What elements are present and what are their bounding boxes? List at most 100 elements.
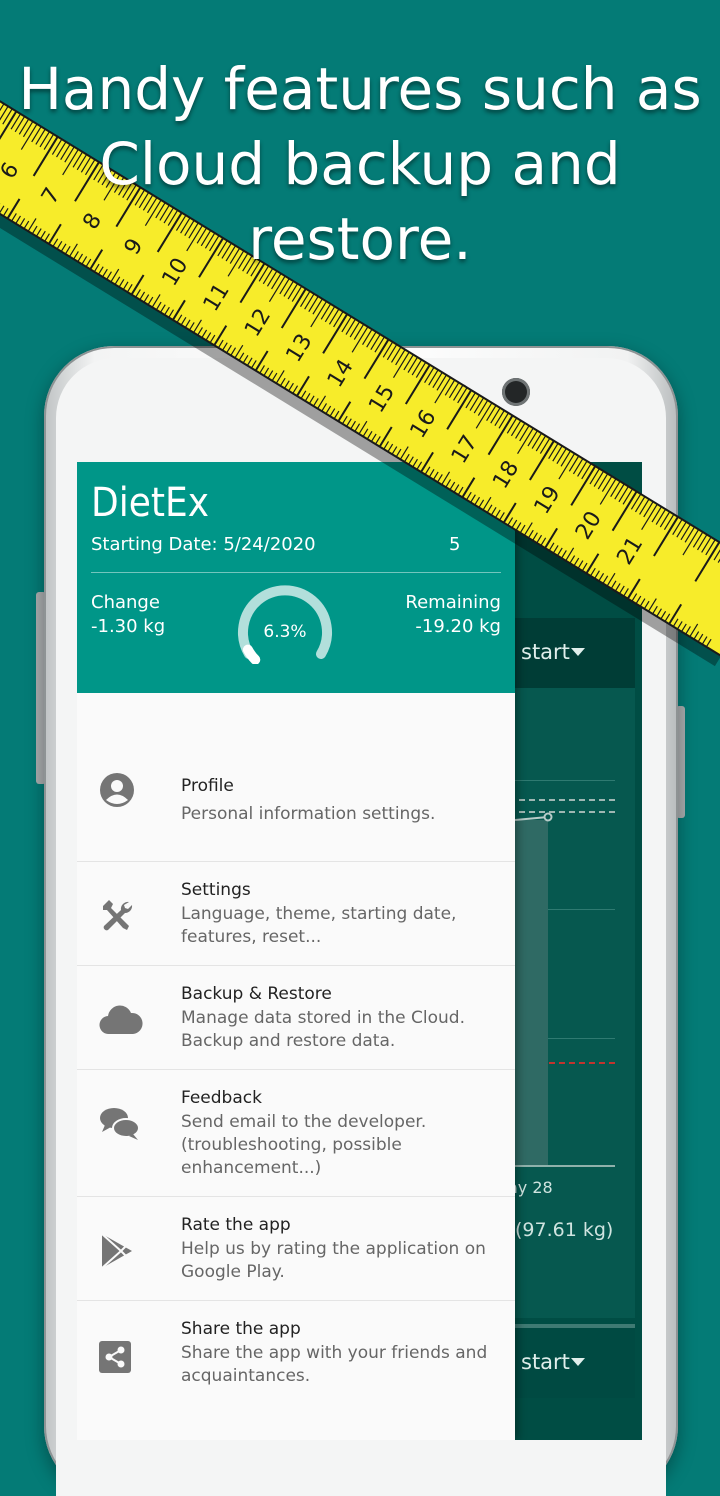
starting-date: Starting Date: 5/24/2020 — [91, 534, 316, 555]
tape-tick — [126, 284, 133, 293]
weight-label: (97.61 kg) — [515, 1219, 614, 1241]
chevron-down-icon — [571, 648, 585, 656]
menu-desc: Personal information settings. — [181, 803, 501, 826]
tape-tick — [291, 285, 303, 302]
share-icon — [99, 1341, 135, 1377]
menu-item-rate-app[interactable]: Rate the app Help us by rating the appli… — [77, 1197, 515, 1301]
menu-title: Rate the app — [181, 1215, 291, 1235]
tape-tick — [172, 299, 186, 321]
menu-desc: Help us by rating the application on Goo… — [181, 1238, 501, 1284]
tape-tick — [209, 334, 216, 344]
target-line — [519, 799, 615, 801]
tape-tick — [681, 623, 687, 632]
menu-desc-line: Share the app with your friends and — [181, 1343, 488, 1363]
tape-tick — [118, 278, 125, 288]
chart-bar — [515, 820, 548, 1165]
range-dropdown-bottom[interactable]: start — [515, 1324, 635, 1398]
menu-desc-line: Personal information settings. — [181, 804, 436, 824]
proximity-sensor — [453, 384, 469, 400]
range-dropdown-top[interactable]: start — [515, 618, 635, 688]
tape-tick — [213, 325, 228, 346]
tape-tick — [366, 331, 377, 348]
app-name: DietEx — [91, 480, 209, 526]
tape-tick — [328, 308, 340, 325]
tape-tick — [676, 621, 683, 630]
tape-tick — [205, 332, 212, 341]
remaining-label: Remaining — [405, 592, 501, 613]
menu-desc-line: (troubleshooting, possible — [181, 1135, 402, 1155]
tape-tick — [193, 319, 202, 333]
tape-tick — [701, 536, 712, 553]
menu-title: Settings — [181, 880, 251, 900]
tape-tick — [705, 539, 716, 556]
headline: Handy features such as Cloud backup and … — [0, 52, 720, 277]
tape-tick — [696, 534, 708, 551]
tape-tick — [676, 521, 687, 538]
menu-desc-line: acquaintances. — [181, 1366, 311, 1386]
tape-tick — [682, 529, 700, 556]
tape-tick — [168, 309, 175, 318]
tape-tick — [713, 544, 720, 561]
menu-item-profile[interactable]: Profile Personal information settings. — [77, 758, 515, 862]
menu-desc: Language, theme, starting date, features… — [181, 903, 501, 949]
tape-tick — [160, 304, 166, 313]
navigation-drawer: DietEx Starting Date: 5/24/2020 5 Change… — [77, 462, 515, 1440]
menu-desc-line: Help us by rating the application on — [181, 1239, 486, 1259]
tape-tick — [685, 626, 691, 635]
tape-tick — [324, 306, 336, 323]
tape-tick — [147, 296, 154, 306]
tape-tick — [114, 276, 121, 285]
tape-tick — [693, 631, 700, 640]
menu-desc-line: Backup and restore data. — [181, 1031, 396, 1051]
drawer-header: DietEx Starting Date: 5/24/2020 5 Change… — [77, 462, 515, 693]
tape-tick — [268, 275, 286, 302]
menu-title: Feedback — [181, 1088, 262, 1108]
tape-tick — [697, 633, 704, 643]
menu-item-share-app[interactable]: Share the app Share the app with your fr… — [77, 1301, 515, 1404]
earpiece-speaker — [351, 384, 381, 391]
tape-tick — [694, 541, 720, 582]
chevron-down-icon — [571, 1358, 585, 1366]
tape-tick — [201, 329, 208, 338]
tape-tick — [164, 306, 170, 316]
tape-tick — [122, 281, 129, 290]
tape-tick — [279, 278, 290, 295]
tape-tick — [341, 316, 352, 333]
remaining-value: -19.20 kg — [415, 616, 501, 637]
tape-number: 12 — [240, 304, 276, 341]
play-store-icon — [99, 1233, 135, 1269]
menu-desc-line: Send email to the developer. — [181, 1112, 427, 1132]
menu-desc-line: enhancement...) — [181, 1158, 322, 1178]
chart-line — [515, 812, 553, 822]
tape-tick — [345, 318, 356, 335]
tape-tick — [130, 274, 145, 296]
range-dropdown-top-label: start — [521, 640, 570, 664]
menu-title: Share the app — [181, 1319, 301, 1339]
phone-screen: start ay 28 (97.61 kg) start DietEx Star… — [77, 462, 642, 1440]
tape-tick — [680, 524, 691, 541]
progress-percent: 6.3% — [263, 622, 307, 642]
tape-tick — [705, 638, 712, 648]
tape-tick — [135, 289, 141, 298]
tape-tick — [684, 526, 696, 543]
menu-item-feedback[interactable]: Feedback Send email to the developer. (t… — [77, 1070, 515, 1197]
tape-tick — [701, 636, 708, 645]
headline-line-1: Handy features such as — [18, 55, 702, 123]
menu-desc-line: features, reset... — [181, 927, 322, 947]
range-dropdown-bottom-label: start — [521, 1350, 570, 1374]
tape-tick — [312, 298, 323, 315]
change-label: Change — [91, 592, 160, 613]
tape-tick — [353, 323, 365, 340]
account-circle-icon — [99, 772, 135, 808]
tape-tick — [176, 314, 183, 323]
tape-tick — [308, 296, 319, 313]
tape-tick — [692, 531, 704, 548]
menu-desc-line: Language, theme, starting date, — [181, 904, 457, 924]
tape-tick — [143, 294, 150, 303]
headline-line-2: Cloud backup and — [99, 130, 621, 198]
current-weight-partial: 5 — [449, 534, 461, 555]
menu-desc-line: Manage data stored in the Cloud. — [181, 1008, 465, 1028]
header-divider — [91, 572, 501, 573]
menu-item-settings[interactable]: Settings Language, theme, starting date,… — [77, 862, 515, 966]
menu-item-backup-restore[interactable]: Backup & Restore Manage data stored in t… — [77, 966, 515, 1070]
